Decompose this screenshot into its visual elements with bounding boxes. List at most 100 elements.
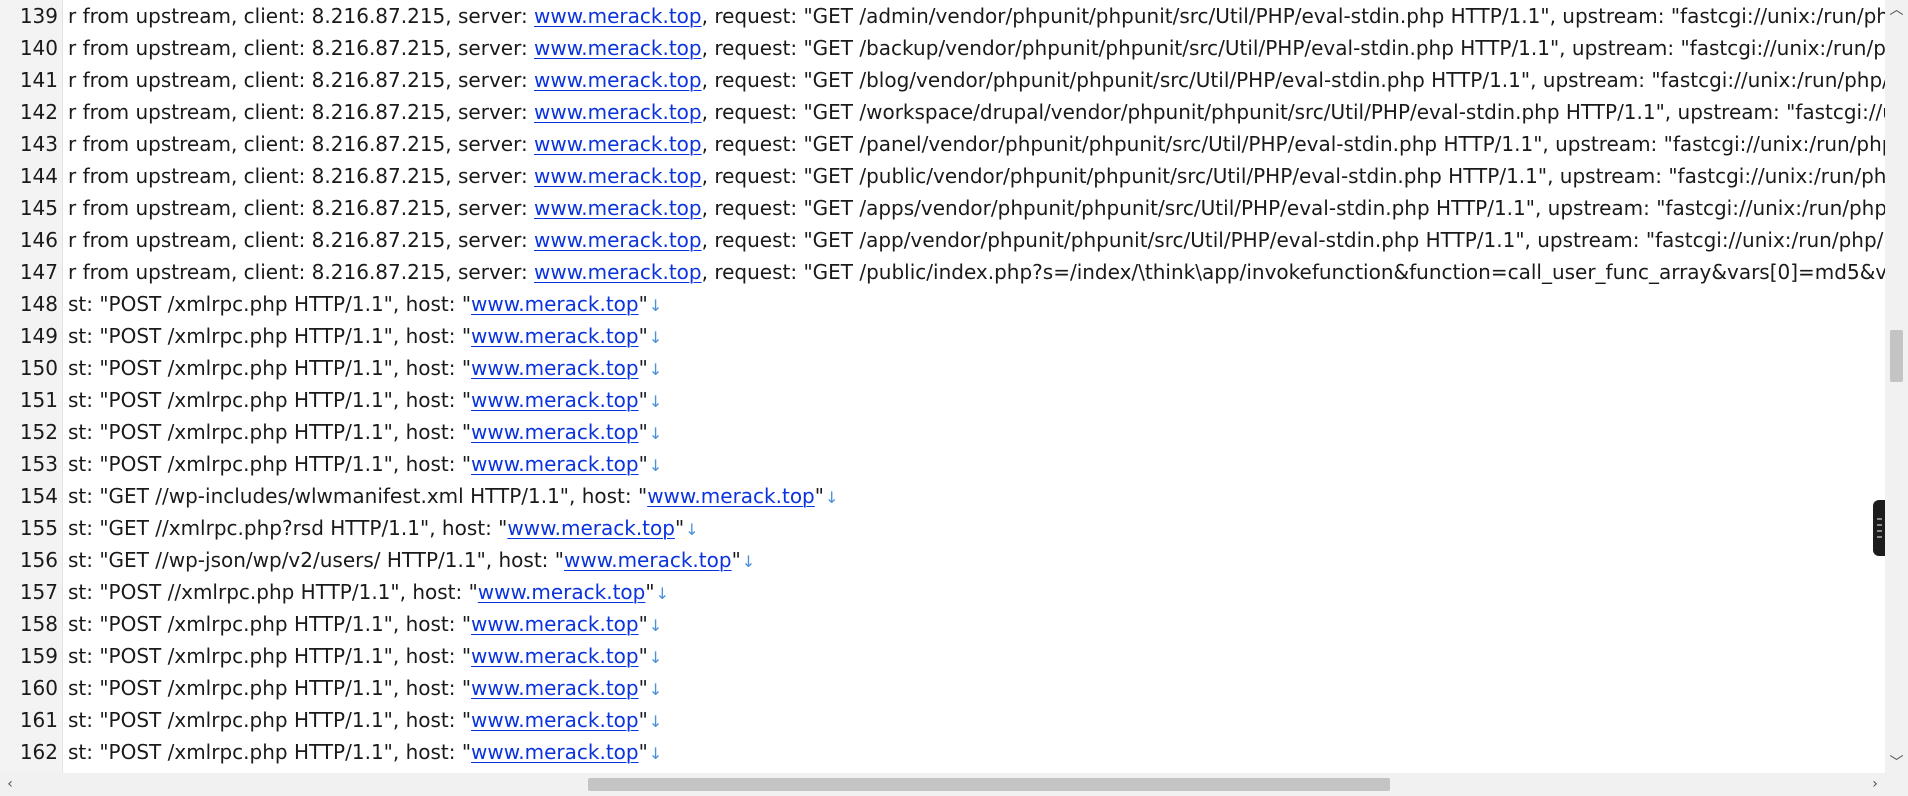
side-panel-handle[interactable] [1873,500,1885,556]
scrollbar-corner [1885,773,1908,796]
line-text[interactable]: st: "POST /xmlrpc.php HTTP/1.1", host: "… [68,320,662,354]
line-text-after: " [638,676,648,700]
host-link[interactable]: www.merack.top [534,228,702,252]
line-text-before: r from upstream, client: 8.216.87.215, s… [68,132,535,156]
line-text[interactable]: st: "GET //wp-includes/wlwmanifest.xml H… [68,480,838,514]
line-text-before: r from upstream, client: 8.216.87.215, s… [68,100,535,124]
line-end-arrow-icon: ↓ [648,360,663,379]
line-number: 148 [19,292,58,316]
host-link[interactable]: www.merack.top [471,676,639,700]
host-link[interactable]: www.merack.top [471,388,639,412]
line-number: 158 [19,612,58,636]
host-link[interactable]: www.merack.top [534,164,702,188]
line-text[interactable]: r from upstream, client: 8.216.87.215, s… [68,192,1885,224]
line-text-after: " [638,356,648,380]
line-end-arrow-icon: ↓ [824,488,839,507]
line-text[interactable]: r from upstream, client: 8.216.87.215, s… [68,96,1885,128]
line-text[interactable]: st: "POST /xmlrpc.php HTTP/1.1", host: "… [68,672,662,706]
line-end-arrow-icon: ↓ [648,616,663,635]
scroll-up-icon[interactable]: ︿ [1885,0,1908,20]
line-text[interactable]: st: "GET //wp-json/wp/v2/users/ HTTP/1.1… [68,544,755,578]
line-text[interactable]: r from upstream, client: 8.216.87.215, s… [68,256,1885,288]
host-link[interactable]: www.merack.top [471,452,639,476]
line-text-after: " [638,708,648,732]
line-end-arrow-icon: ↓ [685,520,699,539]
host-link[interactable]: www.merack.top [564,548,732,572]
vertical-scrollbar[interactable]: ︿ ﹀ [1885,0,1908,773]
line-end-arrow-icon: ↓ [648,712,663,731]
host-link[interactable]: www.merack.top [534,36,702,60]
line-text-after: " [638,388,648,412]
line-text-before: r from upstream, client: 8.216.87.215, s… [68,260,535,284]
line-text[interactable]: st: "POST /xmlrpc.php HTTP/1.1", host: "… [68,608,662,642]
scroll-left-icon[interactable]: ‹ [0,773,20,796]
horizontal-scroll-thumb[interactable] [588,778,1390,791]
line-text[interactable]: r from upstream, client: 8.216.87.215, s… [68,224,1885,256]
line-text[interactable]: r from upstream, client: 8.216.87.215, s… [68,64,1885,96]
grip-line-icon [1877,536,1882,538]
line-number: 157 [19,580,58,604]
host-link[interactable]: www.merack.top [471,356,639,380]
line-text[interactable]: r from upstream, client: 8.216.87.215, s… [68,160,1885,192]
horizontal-scrollbar[interactable]: ‹ › [0,773,1885,796]
line-text-after: " [638,612,648,636]
line-text[interactable]: st: "POST /xmlrpc.php HTTP/1.1", host: "… [68,384,662,418]
line-number: 154 [19,484,58,508]
host-link[interactable]: www.merack.top [471,708,639,732]
host-link[interactable]: www.merack.top [534,100,702,124]
line-text[interactable]: st: "POST /xmlrpc.php HTTP/1.1", host: "… [68,288,662,322]
host-link[interactable]: www.merack.top [534,132,702,156]
scroll-down-icon[interactable]: ﹀ [1885,753,1908,773]
host-link[interactable]: www.merack.top [534,68,702,92]
line-text[interactable]: st: "POST /xmlrpc.php HTTP/1.1", host: "… [68,352,662,386]
host-link[interactable]: www.merack.top [471,740,639,764]
line-number: 149 [19,324,58,348]
line-text[interactable]: r from upstream, client: 8.216.87.215, s… [68,32,1885,64]
line-text-before: st: "GET //wp-includes/wlwmanifest.xml H… [68,484,648,508]
line-text-after: " [814,484,824,508]
host-link[interactable]: www.merack.top [471,420,639,444]
line-text-after: " [638,324,648,348]
line-end-arrow-icon: ↓ [648,424,663,443]
line-text[interactable]: st: "POST /xmlrpc.php HTTP/1.1", host: "… [68,448,662,482]
text-editor[interactable]: 139 r from upstream, client: 8.216.87.215… [0,0,1885,773]
line-text-after: , request: "GET /admin/vendor/phpunit/ph… [701,4,1885,28]
host-link[interactable]: www.merack.top [471,324,639,348]
line-text-before: r from upstream, client: 8.216.87.215, s… [68,68,535,92]
line-text[interactable]: r from upstream, client: 8.216.87.215, s… [68,128,1885,160]
line-text[interactable]: r from upstream, client: 8.216.87.215, s… [68,0,1885,32]
host-link[interactable]: www.merack.top [507,516,675,540]
line-number: 150 [19,356,58,380]
line-text[interactable]: st: "POST /xmlrpc.php HTTP/1.1", host: "… [68,416,662,450]
host-link[interactable]: www.merack.top [471,612,639,636]
line-text-before: r from upstream, client: 8.216.87.215, s… [68,164,535,188]
line-end-arrow-icon: ↓ [648,744,663,763]
host-link[interactable]: www.merack.top [478,580,646,604]
line-text[interactable]: st: "POST /xmlrpc.php HTTP/1.1", host: "… [68,704,662,738]
line-text-after: , request: "GET /panel/vendor/phpunit/ph… [701,132,1885,156]
host-link[interactable]: www.merack.top [471,644,639,668]
host-link[interactable]: www.merack.top [471,292,639,316]
line-text[interactable]: st: "POST /xmlrpc.php HTTP/1.1", host: "… [68,640,662,674]
line-text-before: st: "GET //wp-json/wp/v2/users/ HTTP/1.1… [68,548,564,572]
line-text-before: st: "POST /xmlrpc.php HTTP/1.1", host: " [68,708,472,732]
host-link[interactable]: www.merack.top [647,484,815,508]
line-end-arrow-icon: ↓ [648,328,663,347]
line-text-after: " [638,740,648,764]
vertical-scroll-thumb[interactable] [1890,330,1903,382]
scroll-right-icon[interactable]: › [1865,773,1885,796]
line-end-arrow-icon: ↓ [648,648,663,667]
line-number: 141 [19,68,58,92]
line-text[interactable]: st: "GET //xmlrpc.php?rsd HTTP/1.1", hos… [68,512,699,546]
line-text-before: st: "POST /xmlrpc.php HTTP/1.1", host: " [68,356,472,380]
line-text[interactable]: st: "POST //xmlrpc.php HTTP/1.1", host: … [68,576,669,610]
host-link[interactable]: www.merack.top [534,196,702,220]
line-text-before: st: "POST /xmlrpc.php HTTP/1.1", host: " [68,452,472,476]
host-link[interactable]: www.merack.top [534,260,702,284]
line-text-before: st: "POST /xmlrpc.php HTTP/1.1", host: " [68,644,472,668]
line-text-after: " [638,644,648,668]
host-link[interactable]: www.merack.top [534,4,702,28]
line-text-before: r from upstream, client: 8.216.87.215, s… [68,36,535,60]
line-text-before: r from upstream, client: 8.216.87.215, s… [68,4,535,28]
line-text[interactable]: st: "POST /xmlrpc.php HTTP/1.1", host: "… [68,736,662,770]
